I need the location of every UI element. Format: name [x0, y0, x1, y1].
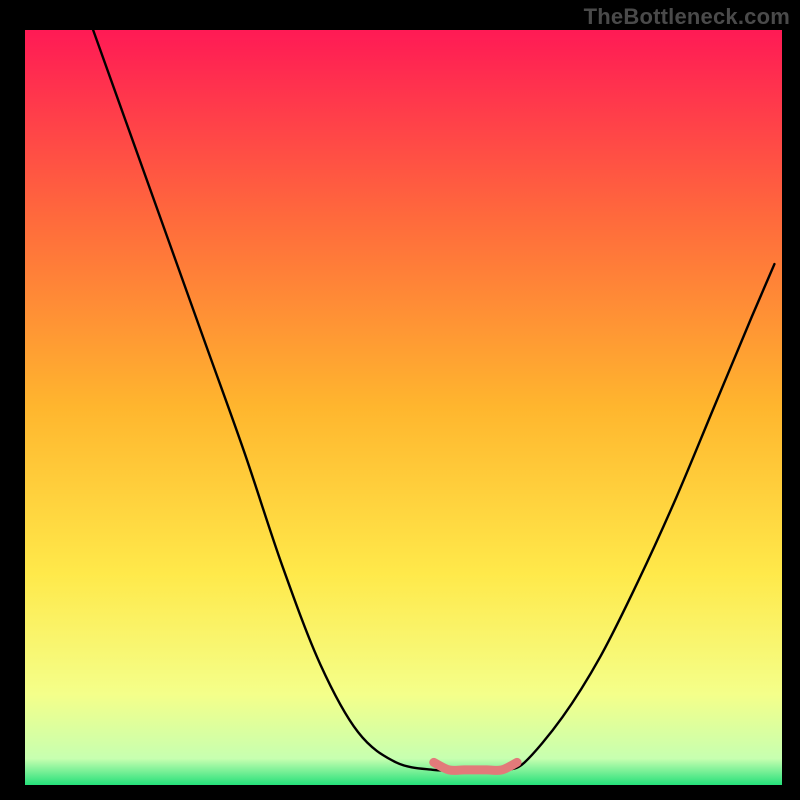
chart-stage: TheBottleneck.com [0, 0, 800, 800]
chart-svg [0, 0, 800, 800]
watermark-text: TheBottleneck.com [584, 4, 790, 30]
plot-background [25, 30, 782, 785]
